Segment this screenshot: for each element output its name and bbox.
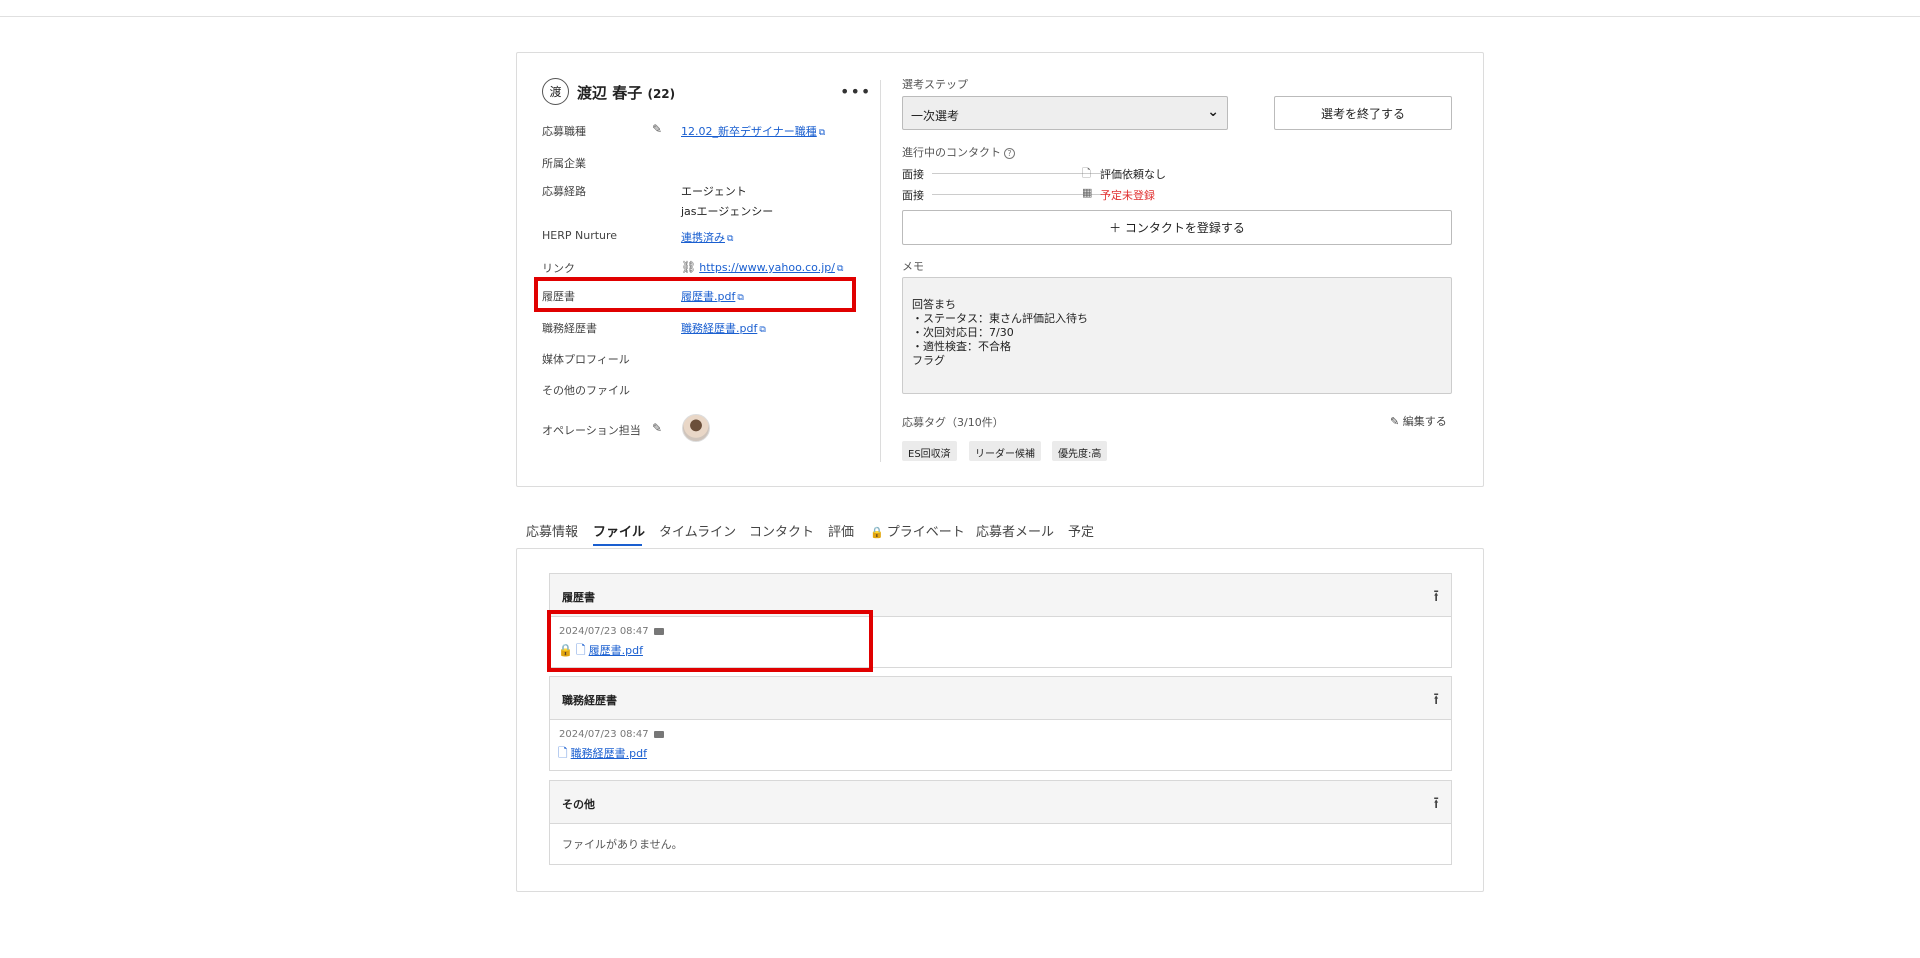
nurture-link-text[interactable]: 連携済み bbox=[681, 231, 725, 244]
contacts-label-text: 進行中のコンタクト bbox=[902, 146, 1001, 159]
position-link[interactable]: 12.02_新卒デザイナー職種 ⧉ bbox=[681, 123, 825, 139]
step-select-value: 一次選考 bbox=[911, 109, 960, 123]
url-link-text[interactable]: https://www.yahoo.co.jp/ bbox=[699, 261, 835, 274]
cv-section-body: 2024/07/23 08:47 🗋 職務経歴書.pdf bbox=[549, 720, 1452, 771]
candidate-name-text: 渡辺 春子 bbox=[577, 84, 643, 102]
tab-application-info[interactable]: 応募情報 bbox=[526, 521, 578, 540]
document-icon: 🗋 bbox=[1082, 167, 1091, 180]
contact-status: 予定未登録 bbox=[1100, 189, 1155, 202]
external-link-icon: ⧉ bbox=[818, 128, 826, 138]
route-value-2: jasエージェンシー bbox=[681, 205, 774, 218]
help-icon[interactable]: ? bbox=[1004, 148, 1015, 159]
external-link-icon: ⧉ bbox=[836, 264, 844, 274]
memo-area[interactable]: 回答まち ・ステータス：東さん評価記入待ち ・次回対応日：7/30 ・適性検査：… bbox=[902, 277, 1452, 394]
tags-label: 応募タグ（3/10件） bbox=[902, 416, 1004, 429]
file-date-text: 2024/07/23 08:47 bbox=[559, 729, 649, 740]
operator-avatar[interactable] bbox=[682, 414, 710, 442]
section-title: 職務経歴書 bbox=[562, 694, 617, 707]
contact-row[interactable]: 面接 🗋 評価依頼なし bbox=[902, 166, 1322, 181]
contact-type: 面接 bbox=[902, 168, 924, 181]
step-label: 選考ステップ bbox=[902, 78, 968, 91]
active-tab-underline bbox=[593, 544, 642, 546]
tab-evaluation[interactable]: 評価 bbox=[828, 521, 854, 540]
position-link-text[interactable]: 12.02_新卒デザイナー職種 bbox=[681, 125, 817, 138]
url-link[interactable]: ⛓ https://www.yahoo.co.jp/⧉ bbox=[681, 260, 843, 274]
column-divider bbox=[880, 80, 881, 462]
position-label: 応募職種 bbox=[542, 125, 586, 138]
pencil-icon: ✎ bbox=[1390, 415, 1400, 428]
memo-line: 回答まち bbox=[912, 298, 956, 311]
more-options-icon[interactable]: ••• bbox=[840, 82, 871, 101]
step-select[interactable]: 一次選考 ⌄ bbox=[902, 96, 1228, 130]
route-value-1: エージェント bbox=[681, 185, 747, 198]
chevron-down-icon: ⌄ bbox=[1207, 104, 1219, 120]
other-section-header: その他 ⭱ bbox=[549, 780, 1452, 824]
section-title: 履歴書 bbox=[562, 591, 595, 604]
pdf-file-icon: 🗋 bbox=[558, 746, 568, 760]
calendar-icon: ▦ bbox=[1082, 186, 1093, 199]
edit-operator-pencil-icon[interactable]: ✎ bbox=[652, 421, 662, 435]
tab-applicant-mail[interactable]: 応募者メール bbox=[976, 521, 1054, 540]
link-label: リンク bbox=[542, 262, 575, 275]
memo-label: メモ bbox=[902, 260, 924, 273]
candidate-avatar: 渡 bbox=[542, 78, 569, 105]
contacts-label: 進行中のコンタクト? bbox=[902, 144, 1015, 160]
nurture-label: HERP Nurture bbox=[542, 229, 618, 242]
upload-icon[interactable]: ⭱ bbox=[1433, 792, 1439, 819]
cv-link[interactable]: 職務経歴書.pdf ⧉ bbox=[681, 320, 766, 336]
edit-tags-text: 編集する bbox=[1402, 415, 1447, 428]
id-card-icon bbox=[653, 730, 664, 738]
highlight-box-resume-file bbox=[547, 610, 873, 672]
upload-icon[interactable]: ⭱ bbox=[1433, 688, 1439, 715]
top-divider bbox=[0, 16, 1920, 17]
file-row[interactable]: 🗋 職務経歴書.pdf bbox=[558, 744, 647, 765]
memo-line: フラグ bbox=[912, 354, 945, 367]
section-title: その他 bbox=[562, 798, 595, 811]
external-link-icon: ⧉ bbox=[727, 234, 734, 244]
other-files-label: その他のファイル bbox=[542, 384, 630, 397]
contact-dash-line bbox=[932, 194, 1102, 195]
no-files-message: ファイルがありません。 bbox=[562, 838, 683, 851]
chain-link-icon: ⛓ bbox=[681, 260, 697, 274]
tab-timeline[interactable]: タイムライン bbox=[659, 521, 736, 540]
candidate-name: 渡辺 春子 (22) bbox=[577, 82, 675, 103]
contact-dash-line bbox=[932, 173, 1102, 174]
register-contact-button[interactable]: ＋ コンタクトを登録する bbox=[902, 210, 1452, 245]
operator-label: オペレーション担当 bbox=[542, 424, 641, 437]
end-selection-button[interactable]: 選考を終了する bbox=[1274, 96, 1452, 130]
tag-chip: リーダー候補 bbox=[969, 441, 1041, 461]
tab-private-label: プライベート bbox=[886, 525, 965, 540]
tab-files[interactable]: ファイル bbox=[593, 521, 645, 540]
candidate-age: (22) bbox=[647, 87, 676, 101]
route-label: 応募経路 bbox=[542, 185, 586, 198]
contact-status: 評価依頼なし bbox=[1100, 168, 1166, 181]
media-profile-label: 媒体プロフィール bbox=[542, 353, 630, 366]
nurture-link[interactable]: 連携済み ⧉ bbox=[681, 229, 733, 245]
upload-icon[interactable]: ⭱ bbox=[1433, 585, 1439, 612]
other-section-body: ファイルがありません。 bbox=[549, 824, 1452, 865]
company-label: 所属企業 bbox=[542, 157, 586, 170]
tab-private[interactable]: 🔒 プライベート bbox=[870, 521, 965, 540]
memo-line: ・次回対応日：7/30 bbox=[912, 326, 1014, 339]
cv-file-link[interactable]: 職務経歴書.pdf bbox=[571, 747, 647, 760]
highlight-box-resume-field bbox=[534, 277, 856, 312]
tag-chip: 優先度:高 bbox=[1052, 441, 1108, 461]
file-date: 2024/07/23 08:47 bbox=[559, 729, 664, 740]
contact-type: 面接 bbox=[902, 189, 924, 202]
external-link-icon: ⧉ bbox=[759, 325, 766, 335]
cv-link-text[interactable]: 職務経歴書.pdf bbox=[681, 322, 757, 335]
lock-icon: 🔒 bbox=[870, 526, 884, 539]
tag-chip: ES回収済 bbox=[902, 441, 957, 461]
memo-line: ・適性検査：不合格 bbox=[912, 340, 1011, 353]
tab-schedule[interactable]: 予定 bbox=[1068, 521, 1094, 540]
tab-contact[interactable]: コンタクト bbox=[749, 521, 814, 540]
edit-tags-button[interactable]: ✎ 編集する bbox=[1390, 413, 1447, 429]
memo-line: ・ステータス：東さん評価記入待ち bbox=[912, 312, 1088, 325]
cv-section-header: 職務経歴書 ⭱ bbox=[549, 676, 1452, 720]
edit-position-pencil-icon[interactable]: ✎ bbox=[652, 122, 662, 136]
contact-row[interactable]: 面接 ▦ 予定未登録 bbox=[902, 186, 1322, 202]
cv-label: 職務経歴書 bbox=[542, 322, 597, 335]
